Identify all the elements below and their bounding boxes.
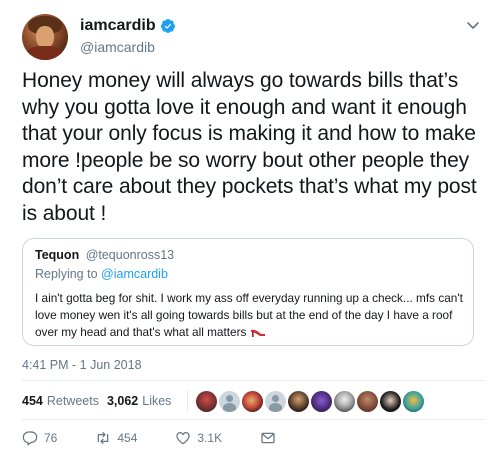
like-action-count: 3.1K [197, 431, 223, 445]
liker-avatar[interactable] [288, 390, 310, 412]
liker-avatar[interactable] [334, 390, 356, 412]
liker-avatar[interactable] [219, 390, 241, 412]
reply-count: 76 [44, 431, 58, 445]
high-heel-emoji-icon [251, 329, 266, 337]
avatar-face [36, 26, 54, 48]
divider [22, 380, 484, 381]
quoted-text-body: I ain't gotta beg for shit. I work my as… [35, 291, 463, 339]
avatar-shirt [26, 46, 64, 60]
quoted-tweet[interactable]: Tequon @tequonross13 Replying to @iamcar… [22, 238, 474, 346]
quoted-text: I ain't gotta beg for shit. I work my as… [35, 290, 463, 341]
verified-badge-icon [160, 19, 175, 33]
tweet-timestamp[interactable]: 4:41 PM - 1 Jun 2018 [22, 358, 142, 372]
reply-button[interactable]: 76 [22, 430, 57, 446]
liker-avatar[interactable] [265, 390, 287, 412]
tweet-text: Honey money will always go towards bills… [22, 69, 477, 225]
author-avatar[interactable] [22, 14, 68, 60]
quoted-display-name: Tequon [35, 248, 80, 262]
replying-to-link[interactable]: @iamcardib [101, 267, 168, 281]
retweet-button[interactable]: 454 [95, 430, 137, 446]
liker-avatar[interactable] [403, 390, 425, 412]
direct-message-button[interactable] [260, 430, 282, 446]
reply-icon [22, 431, 38, 446]
retweet-icon [98, 432, 109, 444]
retweets-label[interactable]: Retweets [47, 394, 99, 408]
tweet-card: iamcardib @iamcardib Honey money will al… [0, 0, 500, 462]
quoted-replying-to: Replying to @iamcardib [35, 267, 168, 281]
author-handle[interactable]: @iamcardib [80, 39, 155, 55]
liker-avatars [196, 390, 426, 412]
direct-message-icon [261, 432, 275, 444]
retweet-action-count: 454 [117, 431, 138, 445]
tweet-stats: 454 Retweets 3,062 Likes [22, 388, 426, 414]
author-name-row: iamcardib [80, 17, 176, 35]
likes-label[interactable]: Likes [142, 394, 171, 408]
liker-avatar[interactable] [357, 390, 379, 412]
quoted-header: Tequon @tequonross13 [35, 248, 174, 262]
stats-divider [187, 390, 189, 412]
likes-count[interactable]: 3,062 [107, 394, 138, 408]
liker-avatar[interactable] [311, 390, 333, 412]
retweets-count[interactable]: 454 [22, 394, 43, 408]
heart-icon [176, 432, 191, 445]
liker-avatar[interactable] [380, 390, 402, 412]
divider [22, 419, 484, 420]
tweet-actions: 76 454 3.1K [22, 428, 320, 448]
like-button[interactable]: 3.1K [175, 430, 222, 446]
replying-prefix: Replying to [35, 267, 98, 281]
author-display-name[interactable]: iamcardib [80, 17, 156, 35]
quoted-handle: @tequonross13 [85, 248, 175, 262]
liker-avatar[interactable] [242, 390, 264, 412]
chevron-down-icon[interactable] [466, 18, 480, 32]
liker-avatar[interactable] [196, 390, 218, 412]
